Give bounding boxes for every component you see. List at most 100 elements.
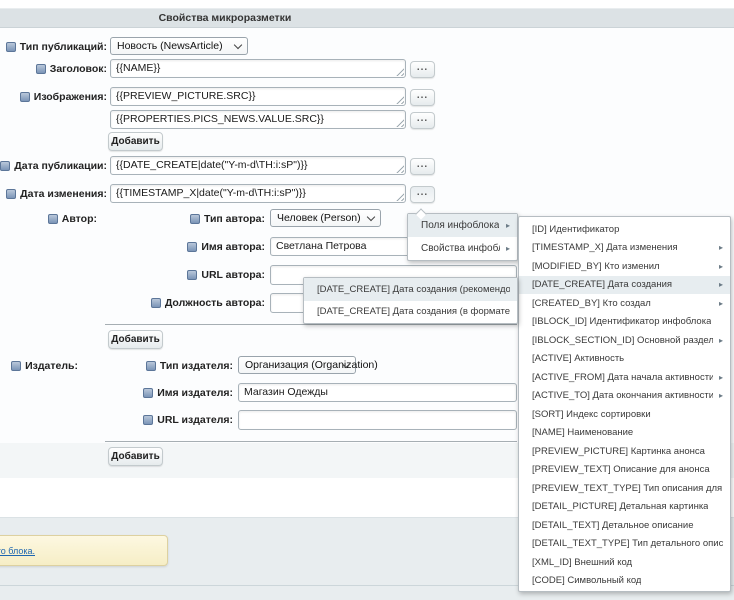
context-menu-date-create-variants: [DATE_CREATE] Дата создания (рекомендова…: [303, 277, 518, 324]
menu-item[interactable]: [DATE_CREATE] Дата создания (рекомендова…: [304, 278, 517, 301]
hint-icon[interactable]: [151, 298, 161, 308]
resize-grip-icon[interactable]: [396, 68, 404, 76]
publication-type-select[interactable]: Новость (NewsArticle): [110, 37, 248, 55]
context-menu-root: Поля инфоблока ▸ Свойства инфоблока▸: [407, 213, 518, 261]
menu-item[interactable]: [XML_ID] Внешний код: [519, 553, 730, 572]
menu-item[interactable]: Свойства инфоблока▸: [408, 237, 517, 260]
menu-item-label: [PREVIEW_TEXT] Описание для анонса: [532, 464, 710, 475]
hint-icon[interactable]: [187, 270, 197, 280]
menu-item-label: Поля инфоблока: [421, 220, 499, 231]
publisher-name-input[interactable]: Магазин Одежды: [238, 383, 517, 402]
title-input[interactable]: {{NAME}}: [110, 59, 406, 78]
hint-icon[interactable]: [146, 361, 156, 371]
publisher-type-select[interactable]: Организация (Organization): [238, 356, 356, 374]
add-publisher-button[interactable]: Добавить: [108, 447, 163, 466]
date-published-more-button[interactable]: ...: [410, 158, 435, 175]
date-modified-label: Дата изменения:: [6, 187, 107, 200]
menu-item[interactable]: Поля инфоблока ▸: [408, 214, 517, 237]
chevron-down-icon: [234, 41, 242, 49]
menu-item[interactable]: [ACTIVE_FROM] Дата начала активности▸: [519, 368, 730, 387]
hint-icon[interactable]: [0, 161, 10, 171]
hint-icon[interactable]: [187, 242, 197, 252]
hint-box: ого блока.: [0, 535, 168, 566]
menu-item[interactable]: [IBLOCK_SECTION_ID] Основной раздел ▸: [519, 331, 730, 350]
date-modified-more-button[interactable]: ...: [410, 186, 435, 203]
resize-grip-icon[interactable]: [396, 96, 404, 104]
menu-item-label: [ID] Идентификатор: [532, 224, 619, 235]
image-2-more-button[interactable]: ...: [410, 112, 435, 129]
menu-item-label: [DETAIL_TEXT_TYPE] Тип детального описан…: [532, 538, 723, 549]
submenu-arrow-icon: ▸: [719, 280, 723, 289]
hint-icon[interactable]: [143, 415, 153, 425]
menu-item-label: [IBLOCK_SECTION_ID] Основной раздел: [532, 335, 713, 346]
author-type-label: Тип автора:: [190, 212, 265, 225]
resize-grip-icon[interactable]: [396, 165, 404, 173]
menu-item[interactable]: [PREVIEW_TEXT_TYPE] Тип описания для ано…: [519, 479, 730, 498]
section-separator: [105, 324, 517, 325]
menu-item[interactable]: [NAME] Наименование: [519, 424, 730, 443]
hint-icon[interactable]: [6, 189, 16, 199]
submenu-arrow-icon: ▸: [719, 373, 723, 382]
submenu-arrow-icon: ▸: [719, 262, 723, 271]
hint-icon[interactable]: [36, 64, 46, 74]
menu-item-label: [ACTIVE] Активность: [532, 353, 624, 364]
resize-grip-icon[interactable]: [396, 193, 404, 201]
chevron-down-icon: [367, 213, 375, 221]
menu-item[interactable]: [PREVIEW_TEXT] Описание для анонса: [519, 461, 730, 480]
title-more-button[interactable]: ...: [410, 61, 435, 78]
image-input-1[interactable]: {{PREVIEW_PICTURE.SRC}}: [110, 87, 406, 106]
publisher-type-label: Тип издателя:: [146, 359, 233, 372]
menu-item-label: [MODIFIED_BY] Кто изменил: [532, 261, 660, 272]
submenu-arrow-icon: ▸: [719, 336, 723, 345]
menu-item[interactable]: [DETAIL_TEXT] Детальное описание: [519, 516, 730, 535]
date-published-input[interactable]: {{DATE_CREATE|date("Y-m-d\TH:i:sP")}}: [110, 156, 406, 175]
date-published-label: Дата публикации:: [0, 159, 107, 172]
image-input-2[interactable]: {{PROPERTIES.PICS_NEWS.VALUE.SRC}}: [110, 110, 406, 129]
publisher-url-label: URL издателя:: [143, 413, 233, 426]
menu-item[interactable]: [ACTIVE] Активность: [519, 350, 730, 369]
submenu-arrow-icon: ▸: [719, 299, 723, 308]
menu-item-label: [PREVIEW_TEXT_TYPE] Тип описания для ано…: [532, 483, 723, 494]
menu-item[interactable]: [DETAIL_PICTURE] Детальная картинка: [519, 498, 730, 517]
menu-item[interactable]: [CODE] Символьный код: [519, 572, 730, 591]
images-label: Изображения:: [20, 90, 107, 103]
add-author-button[interactable]: Добавить: [108, 330, 163, 349]
microdata-properties-panel: Свойства микроразметки Тип публикаций: Н…: [0, 0, 734, 600]
menu-item[interactable]: [SORT] Индекс сортировки: [519, 405, 730, 424]
menu-item[interactable]: [MODIFIED_BY] Кто изменил ▸: [519, 257, 730, 276]
image-1-more-button[interactable]: ...: [410, 89, 435, 106]
menu-item[interactable]: [DETAIL_TEXT_TYPE] Тип детального описан…: [519, 535, 730, 554]
author-type-select[interactable]: Человек (Person): [270, 209, 381, 227]
menu-item-label: [SORT] Индекс сортировки: [532, 409, 651, 420]
menu-item[interactable]: [IBLOCK_ID] Идентификатор инфоблока: [519, 313, 730, 332]
hint-icon[interactable]: [6, 42, 16, 52]
author-label: Автор:: [48, 212, 97, 225]
menu-item-label: [CREATED_BY] Кто создал: [532, 298, 651, 309]
menu-item-label: [DATE_CREATE] Дата создания (в формате с…: [317, 306, 510, 317]
date-modified-input[interactable]: {{TIMESTAMP_X|date("Y-m-d\TH:i:sP")}}: [110, 184, 406, 203]
context-menu-iblock-fields: [ID] Идентификатор [TIMESTAMP_X] Дата изм…: [518, 216, 731, 592]
hint-icon[interactable]: [20, 92, 30, 102]
hint-icon[interactable]: [48, 214, 58, 224]
resize-grip-icon[interactable]: [396, 119, 404, 127]
publisher-url-input[interactable]: [238, 410, 517, 430]
menu-item[interactable]: [CREATED_BY] Кто создал ▸: [519, 294, 730, 313]
hint-icon[interactable]: [11, 361, 21, 371]
menu-item-label: Свойства инфоблока: [421, 243, 500, 254]
hint-link[interactable]: ого блока.: [0, 546, 35, 556]
menu-item[interactable]: [DATE_CREATE] Дата создания▸: [519, 276, 730, 295]
hint-icon[interactable]: [190, 214, 200, 224]
add-image-button[interactable]: Добавить: [108, 132, 163, 151]
menu-item[interactable]: [ACTIVE_TO] Дата окончания активности▸: [519, 387, 730, 406]
author-url-label: URL автора:: [187, 268, 265, 281]
menu-item[interactable]: [ID] Идентификатор: [519, 220, 730, 239]
menu-item-label: [CODE] Символьный код: [532, 575, 641, 586]
menu-item-label: [TIMESTAMP_X] Дата изменения: [532, 242, 678, 253]
menu-item[interactable]: [TIMESTAMP_X] Дата изменения▸: [519, 239, 730, 258]
menu-item-label: [NAME] Наименование: [532, 427, 633, 438]
hint-icon[interactable]: [143, 388, 153, 398]
menu-item[interactable]: [PREVIEW_PICTURE] Картинка анонса: [519, 442, 730, 461]
submenu-arrow-icon: ▸: [506, 221, 510, 230]
menu-item[interactable]: [DATE_CREATE] Дата создания (в формате с…: [304, 301, 517, 324]
section-separator: [105, 441, 517, 442]
